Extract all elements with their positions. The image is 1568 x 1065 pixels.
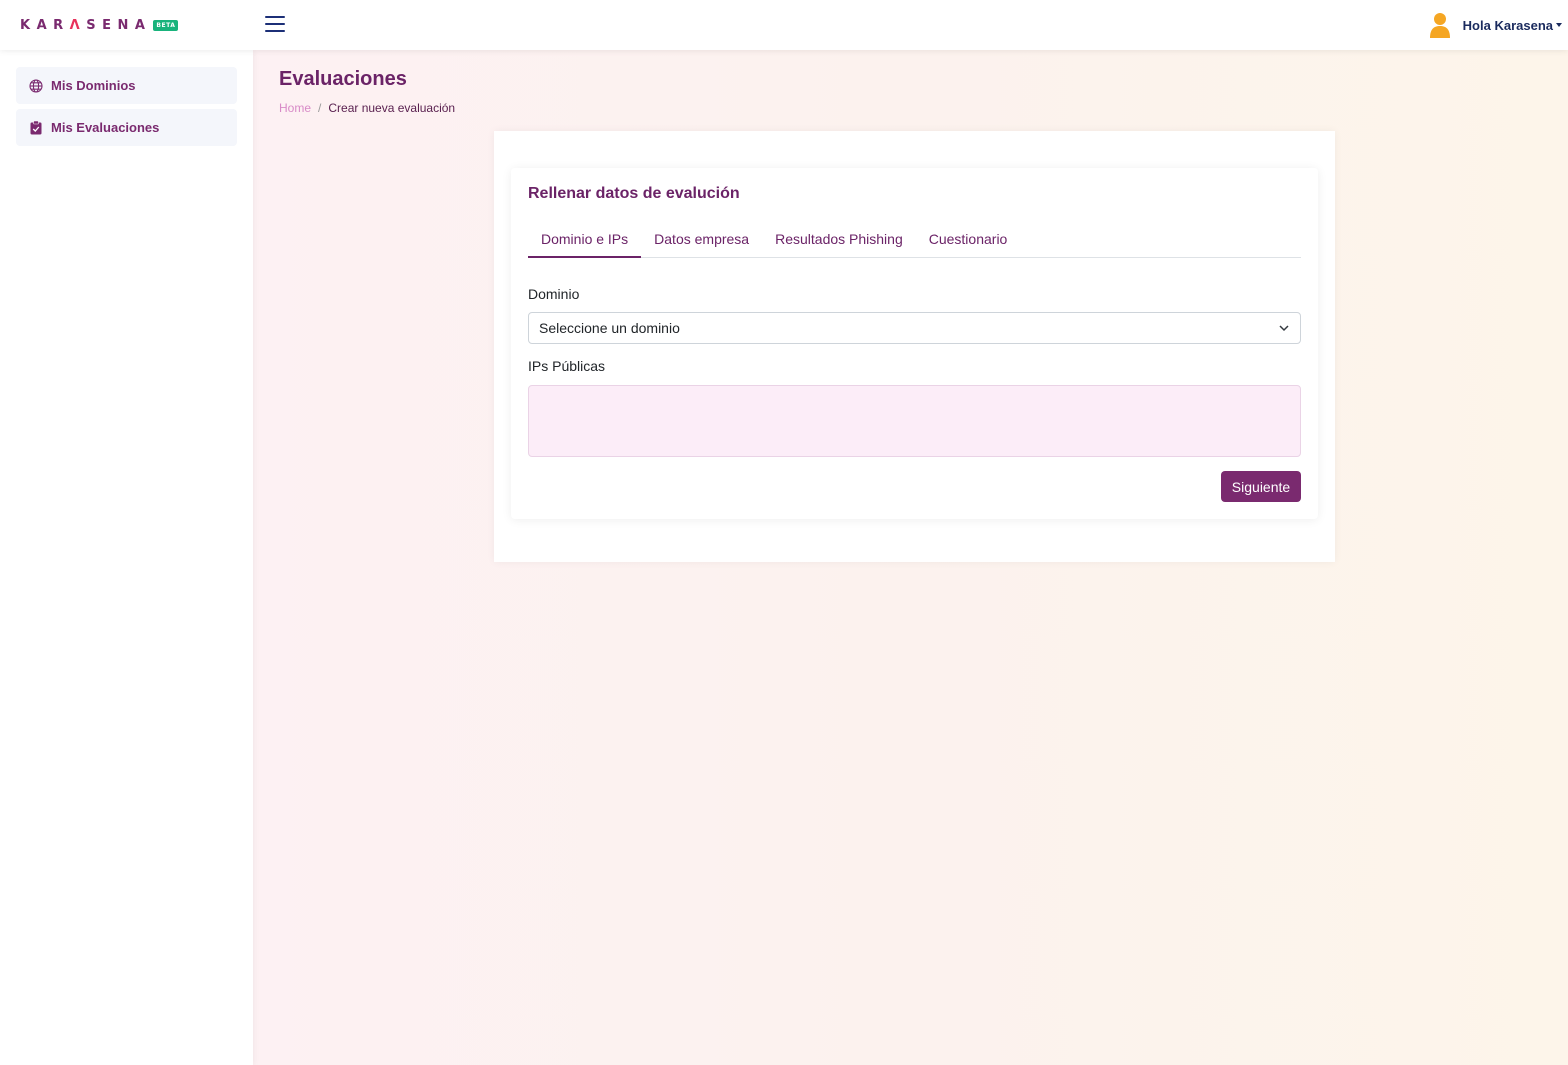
next-button[interactable]: Siguiente bbox=[1221, 471, 1301, 502]
breadcrumb-home-link[interactable]: Home bbox=[279, 101, 311, 115]
form-title: Rellenar datos de evalución bbox=[528, 185, 740, 202]
user-icon bbox=[1429, 13, 1450, 38]
ips-textarea[interactable] bbox=[528, 385, 1301, 457]
breadcrumb: Home / Crear nueva evaluación bbox=[279, 101, 455, 115]
sidebar: Mis Dominios Mis Evaluaciones bbox=[0, 50, 253, 1065]
breadcrumb-separator: / bbox=[318, 101, 322, 115]
domain-select-value: Seleccione un dominio bbox=[539, 320, 680, 336]
tab-datos-empresa[interactable]: Datos empresa bbox=[641, 221, 762, 258]
top-navbar: KARΛSENA BETA Hola Karasena bbox=[0, 0, 1568, 50]
tab-dominio-ips[interactable]: Dominio e IPs bbox=[528, 221, 642, 258]
user-menu[interactable]: Hola Karasena bbox=[1429, 12, 1562, 38]
ips-label: IPs Públicas bbox=[528, 358, 606, 374]
sidebar-item-label: Mis Evaluaciones bbox=[51, 120, 160, 135]
sidebar-item-label: Mis Dominios bbox=[51, 78, 136, 93]
chevron-down-icon bbox=[1279, 325, 1289, 332]
form-tabs: Dominio e IPs Datos empresa Resultados P… bbox=[528, 221, 1301, 258]
domain-select[interactable]: Seleccione un dominio bbox=[528, 312, 1301, 344]
beta-badge: BETA bbox=[153, 19, 179, 31]
domain-label: Dominio bbox=[528, 286, 580, 302]
main-content: Evaluaciones Home / Crear nueva evaluaci… bbox=[253, 50, 1568, 1065]
tab-resultados-phishing[interactable]: Resultados Phishing bbox=[762, 221, 916, 258]
logo-text: KARΛSENA bbox=[20, 17, 152, 33]
evaluation-card: Rellenar datos de evalución Dominio e IP… bbox=[494, 131, 1335, 562]
hamburger-icon[interactable] bbox=[265, 15, 285, 33]
evaluation-form: Rellenar datos de evalución Dominio e IP… bbox=[511, 168, 1318, 519]
sidebar-item-mis-evaluaciones[interactable]: Mis Evaluaciones bbox=[16, 109, 237, 146]
tab-cuestionario[interactable]: Cuestionario bbox=[916, 221, 1021, 258]
karasena-logo[interactable]: KARΛSENA BETA bbox=[20, 16, 179, 34]
user-greeting: Hola Karasena bbox=[1462, 17, 1553, 33]
sidebar-item-mis-dominios[interactable]: Mis Dominios bbox=[16, 67, 237, 104]
page-title: Evaluaciones bbox=[279, 68, 407, 90]
caret-down-icon bbox=[1556, 23, 1562, 27]
clipboard-check-icon bbox=[28, 120, 43, 135]
breadcrumb-current: Crear nueva evaluación bbox=[328, 101, 456, 115]
globe-icon bbox=[28, 78, 43, 93]
